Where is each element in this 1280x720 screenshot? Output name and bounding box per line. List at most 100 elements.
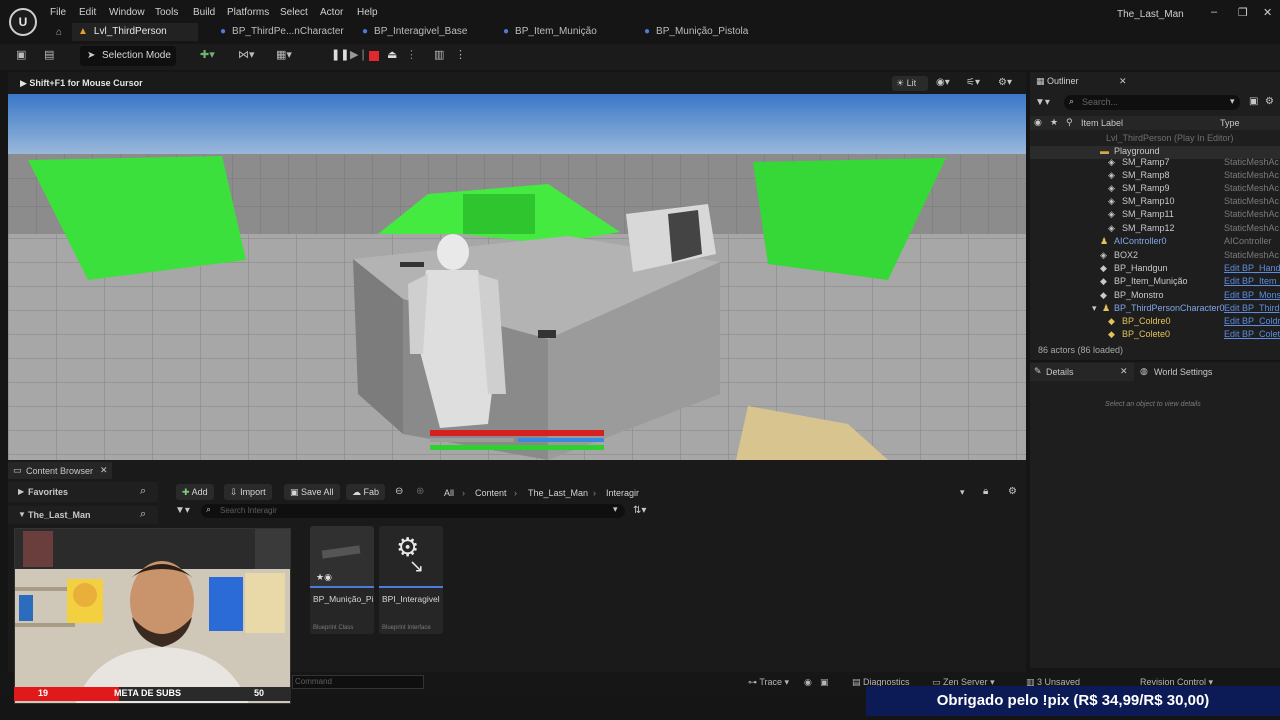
close-details-icon[interactable]: ✕ — [1120, 366, 1128, 377]
list-item[interactable]: ◈ SM_Ramp12 StaticMeshAc — [1030, 223, 1280, 236]
outliner-tab[interactable]: ▦ Outliner — [1036, 76, 1079, 87]
list-item[interactable]: Lvl_ThirdPerson (Play In Editor) — [1030, 133, 1280, 146]
pin-icon[interactable]: ⚲ — [1066, 117, 1073, 128]
view-mode-dropdown[interactable]: ☀ Lit — [892, 76, 928, 91]
list-item[interactable]: ◆ BP_Monstro Edit BP_Mons — [1030, 290, 1280, 303]
screenshot-icon[interactable]: ▣ — [820, 677, 829, 688]
menu-edit[interactable]: Edit — [79, 7, 96, 18]
settings-more-icon[interactable]: ⋮ — [455, 48, 466, 66]
snap-icon[interactable]: ⚟▾ — [966, 77, 980, 88]
list-item[interactable]: ◈ SM_Ramp9 StaticMeshAc — [1030, 183, 1280, 196]
search-icon[interactable]: ⌕ — [140, 508, 146, 521]
command-input[interactable]: Command — [292, 675, 424, 689]
search-icon[interactable]: ⌕ — [140, 485, 146, 498]
maximize-icon[interactable]: ❐ — [1238, 6, 1248, 19]
menu-file[interactable]: File — [50, 7, 66, 18]
filter-icon[interactable]: ▼▾ — [175, 505, 190, 516]
close-window-icon[interactable]: ✕ — [1263, 6, 1272, 19]
selection-mode-dropdown[interactable]: ➤ Selection Mode ▾ — [80, 46, 176, 81]
filter-icon[interactable]: ▼▾ — [1035, 97, 1050, 108]
row-type-link[interactable]: Edit BP_Item_ — [1224, 276, 1280, 286]
row-type-link[interactable]: Edit BP_Mons — [1224, 290, 1280, 300]
content-search-input[interactable]: ⌕ Search Interagir ▾ — [201, 504, 625, 518]
skip-frame-icon[interactable]: ▶❘ — [350, 48, 368, 66]
import-button[interactable]: ⇩ Import — [224, 484, 272, 500]
row-type-link[interactable]: Edit BP_Third — [1224, 303, 1280, 313]
favorites-header[interactable]: ▶ Favorites ⌕ — [8, 482, 158, 502]
breadcrumb-interagir[interactable]: Interagir — [606, 488, 639, 498]
save-icon[interactable]: ▣ — [16, 48, 26, 66]
tab-bp-thirdperson[interactable]: ● BP_ThirdPe...nCharacter — [220, 23, 360, 41]
breadcrumb-content[interactable]: Content — [475, 488, 507, 498]
asset-tile[interactable]: ⚙ ↘ BPI_Interagivel Blueprint Interface — [379, 526, 443, 634]
forward-icon[interactable]: ⊕ — [416, 486, 424, 497]
history-dropdown-icon[interactable]: ▾ — [960, 487, 965, 498]
details-tab[interactable]: ✎ Details ✕ — [1030, 363, 1134, 381]
outliner-settings-icon[interactable]: ⚙ — [1265, 96, 1274, 107]
menu-actor[interactable]: Actor — [320, 7, 343, 18]
lock-icon[interactable]: 🔒︎ — [983, 486, 988, 497]
stop-icon[interactable] — [369, 51, 379, 61]
list-item[interactable]: ▾ ♟ BP_ThirdPersonCharacter0 Edit BP_Third — [1030, 303, 1280, 316]
menu-platforms[interactable]: Platforms — [227, 7, 269, 18]
fab-button[interactable]: ☁ Fab — [346, 484, 386, 500]
content-settings-icon[interactable]: ⚙ — [1008, 486, 1017, 497]
tab-bp-item-municao[interactable]: ● BP_Item_Munição — [503, 23, 633, 41]
breadcrumb-all[interactable]: All — [444, 488, 454, 498]
world-settings-tab[interactable]: ◍ World Settings — [1138, 363, 1258, 381]
pause-icon[interactable]: ❚❚ — [331, 48, 349, 66]
asset-tile[interactable]: ★◉ BP_Munição_Pistola Blueprint Class — [310, 526, 374, 634]
add-actor-icon[interactable]: ✚▾ — [200, 48, 215, 66]
more-icon[interactable]: ⋮ — [406, 48, 417, 66]
close-content-browser-icon[interactable]: ✕ — [100, 465, 108, 476]
save-all-button[interactable]: ▣ Save All — [284, 484, 340, 500]
outliner-search[interactable]: ⌕ Search... ▾ — [1064, 95, 1240, 110]
menu-select[interactable]: Select — [280, 7, 308, 18]
list-item[interactable]: ◆ BP_Handgun Edit BP_Hand — [1030, 263, 1280, 276]
project-folder-header[interactable]: ▼ The_Last_Man ⌕ — [8, 506, 158, 524]
list-item[interactable]: ◈ SM_Ramp10 StaticMeshAc — [1030, 196, 1280, 209]
tab-bp-interagivel-base[interactable]: ● BP_Interagivel_Base — [362, 23, 492, 41]
level-viewport[interactable] — [8, 94, 1026, 460]
breadcrumb-project[interactable]: The_Last_Man — [528, 488, 588, 498]
menu-window[interactable]: Window — [109, 7, 145, 18]
sort-icon[interactable]: ⇅▾ — [633, 505, 646, 516]
home-icon[interactable]: ⌂ — [56, 27, 62, 38]
menu-build[interactable]: Build — [193, 7, 215, 18]
add-folder-icon[interactable]: ▣ — [1249, 96, 1258, 107]
menu-tools[interactable]: Tools — [155, 7, 178, 18]
cinematics-icon[interactable]: ▦▾ — [276, 48, 292, 66]
list-item[interactable]: ♟ AIController0 AIController — [1030, 236, 1280, 249]
eject-icon[interactable]: ⏏ — [387, 48, 397, 66]
back-icon[interactable]: ⊖ — [395, 486, 403, 497]
list-item[interactable]: ◈ SM_Ramp11 StaticMeshAc — [1030, 209, 1280, 222]
row-type-link[interactable]: Edit BP_Colet — [1224, 329, 1280, 339]
collapse-arrow-icon[interactable]: ▾ — [1092, 303, 1097, 314]
tab-bp-municao-pistola[interactable]: ● BP_Munição_Pistola — [644, 23, 784, 41]
close-outliner-icon[interactable]: ✕ — [1119, 76, 1127, 87]
list-item[interactable]: ◆ BP_Item_Munição Edit BP_Item_ — [1030, 276, 1280, 289]
platforms-icon[interactable]: ▥ — [434, 48, 444, 66]
list-item[interactable]: ◈ SM_Ramp8 StaticMeshAc — [1030, 170, 1280, 183]
row-type-link[interactable]: Edit BP_Coldr — [1224, 316, 1280, 326]
col-item-label[interactable]: Item Label — [1081, 118, 1123, 128]
star-icon[interactable]: ★ — [1050, 117, 1058, 128]
menu-help[interactable]: Help — [357, 7, 378, 18]
record-icon[interactable]: ◉ — [804, 677, 812, 688]
minimize-icon[interactable]: – — [1211, 6, 1217, 18]
unreal-logo-icon[interactable]: U — [9, 8, 37, 36]
list-item[interactable]: ◈ SM_Ramp7 StaticMeshAc — [1030, 157, 1280, 170]
viewport-settings-icon[interactable]: ⚙▾ — [998, 77, 1012, 88]
col-type[interactable]: Type — [1220, 118, 1240, 128]
list-item[interactable]: ◆ BP_Coldre0 Edit BP_Coldr — [1030, 316, 1280, 329]
add-button[interactable]: ✚ Add — [176, 484, 214, 500]
show-flags-icon[interactable]: ◉▾ — [936, 77, 950, 88]
row-type-link[interactable]: Edit BP_Hand — [1224, 263, 1280, 273]
blueprints-icon[interactable]: ⋈▾ — [238, 48, 255, 66]
visibility-icon[interactable]: ◉ — [1034, 117, 1042, 128]
content-browser-tab[interactable]: ▭ Content Browser ✕ — [8, 462, 112, 479]
list-item[interactable]: ◆ BP_Colete0 Edit BP_Colet — [1030, 329, 1280, 342]
browse-icon[interactable]: ▤ — [44, 48, 54, 66]
tab-lvl-thirdperson[interactable]: ▲ Lvl_ThirdPerson — [72, 23, 198, 41]
trace-button[interactable]: ⊶ Trace ▾ — [748, 677, 789, 688]
